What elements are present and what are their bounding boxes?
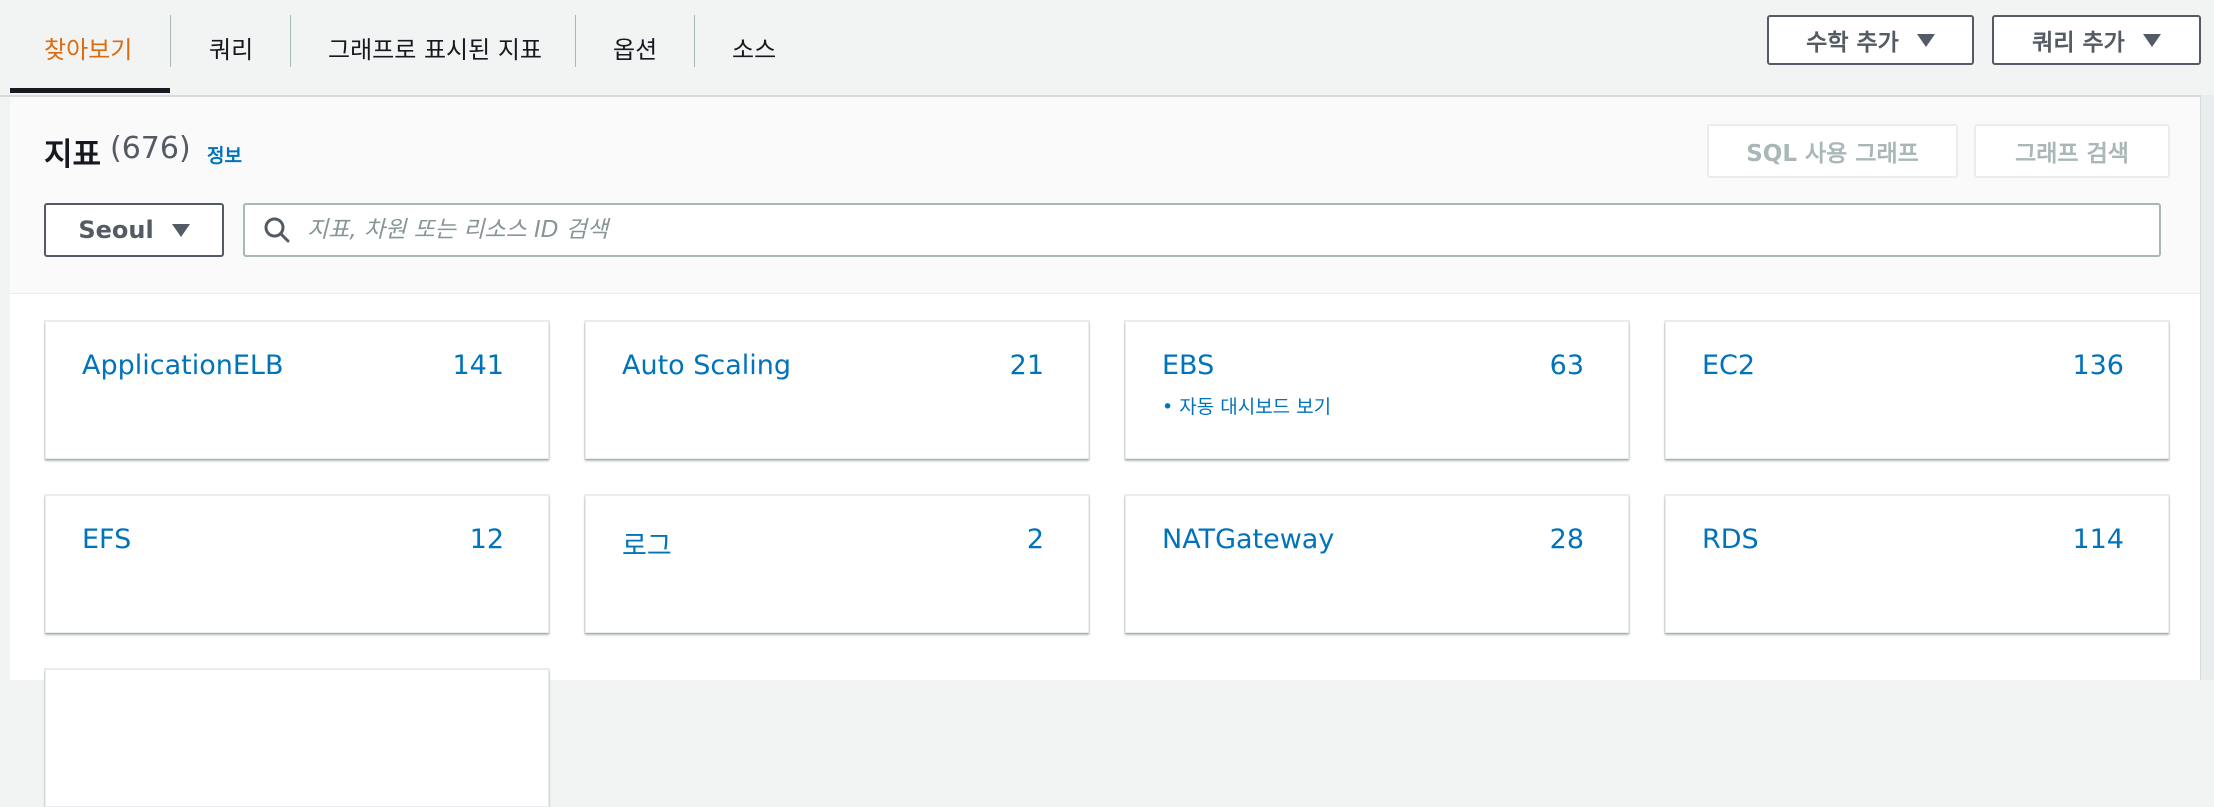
graph-search-button[interactable]: 그래프 검색 — [1974, 124, 2170, 178]
caret-down-icon — [1916, 33, 1935, 47]
namespace-count: 2 — [1026, 524, 1044, 555]
namespace-count: 28 — [1549, 524, 1584, 555]
sql-graph-button[interactable]: SQL 사용 그래프 — [1707, 124, 1958, 178]
namespace-card-rds[interactable]: RDS 114 — [1665, 495, 2169, 633]
namespace-name[interactable]: EFS — [82, 524, 131, 555]
namespace-count: 12 — [469, 524, 504, 555]
info-link[interactable]: 정보 — [207, 141, 242, 168]
top-tab-bar: 찾아보기 쿼리 그래프로 표시된 지표 옵션 소스 수학 추가 쿼리 추가 — [0, 0, 2214, 97]
tab-graphed-metrics[interactable]: 그래프로 표시된 지표 — [328, 0, 542, 95]
namespace-count: 114 — [2072, 524, 2124, 555]
namespace-card-logs[interactable]: 로그 2 — [585, 495, 1089, 633]
namespace-card-autoscaling[interactable]: Auto Scaling 21 — [585, 321, 1089, 459]
namespace-name[interactable]: ApplicationELB — [82, 350, 284, 381]
tab-browse[interactable]: 찾아보기 — [44, 0, 132, 95]
namespace-name[interactable]: 로그 — [622, 524, 672, 563]
caret-down-icon — [171, 223, 190, 237]
namespace-count: 63 — [1549, 350, 1584, 381]
tab-query[interactable]: 쿼리 — [209, 0, 253, 95]
tab-options[interactable]: 옵션 — [613, 0, 657, 95]
caret-down-icon — [2142, 33, 2161, 47]
tab-source[interactable]: 소스 — [732, 0, 776, 95]
namespace-name[interactable]: NATGateway — [1162, 524, 1334, 555]
namespace-name[interactable]: RDS — [1702, 524, 1759, 555]
tab-divider — [694, 15, 695, 67]
tab-divider — [170, 15, 171, 67]
vertical-scrollbar[interactable] — [2200, 95, 2214, 680]
tab-divider — [575, 15, 576, 67]
add-math-label: 수학 추가 — [1806, 30, 1899, 56]
namespace-card-partial[interactable] — [45, 669, 549, 807]
namespace-count: 21 — [1009, 350, 1044, 381]
namespace-card-applicationelb[interactable]: ApplicationELB 141 — [45, 321, 549, 459]
namespace-name[interactable]: Auto Scaling — [622, 350, 791, 381]
auto-dashboard-link[interactable]: • 자동 대시보드 보기 — [1162, 392, 1331, 419]
add-query-button[interactable]: 쿼리 추가 — [1992, 15, 2201, 65]
namespace-name[interactable]: EC2 — [1702, 350, 1755, 381]
search-input[interactable] — [305, 216, 2109, 244]
add-math-button[interactable]: 수학 추가 — [1767, 15, 1974, 65]
namespace-name[interactable]: EBS — [1162, 350, 1214, 381]
add-query-label: 쿼리 추가 — [2032, 30, 2125, 56]
namespace-card-efs[interactable]: EFS 12 — [45, 495, 549, 633]
namespace-count: 141 — [452, 350, 504, 381]
namespace-card-ec2[interactable]: EC2 136 — [1665, 321, 2169, 459]
metrics-header: 지표 (676) 정보 SQL 사용 그래프 그래프 검색 Seoul — [10, 97, 2200, 294]
region-selector[interactable]: Seoul — [44, 203, 224, 257]
namespace-card-natgateway[interactable]: NATGateway 28 — [1125, 495, 1629, 633]
metrics-count: (676) — [110, 131, 191, 166]
metrics-panel: 지표 (676) 정보 SQL 사용 그래프 그래프 검색 Seoul Appl… — [10, 97, 2200, 807]
namespace-card-ebs[interactable]: EBS 63 • 자동 대시보드 보기 — [1125, 321, 1629, 459]
page-title: 지표 — [44, 137, 102, 173]
tab-divider — [290, 15, 291, 67]
active-tab-indicator — [10, 88, 170, 93]
region-label: Seoul — [78, 216, 154, 244]
metric-search-box[interactable] — [243, 203, 2161, 257]
namespace-count: 136 — [2072, 350, 2124, 381]
search-icon — [264, 217, 290, 243]
